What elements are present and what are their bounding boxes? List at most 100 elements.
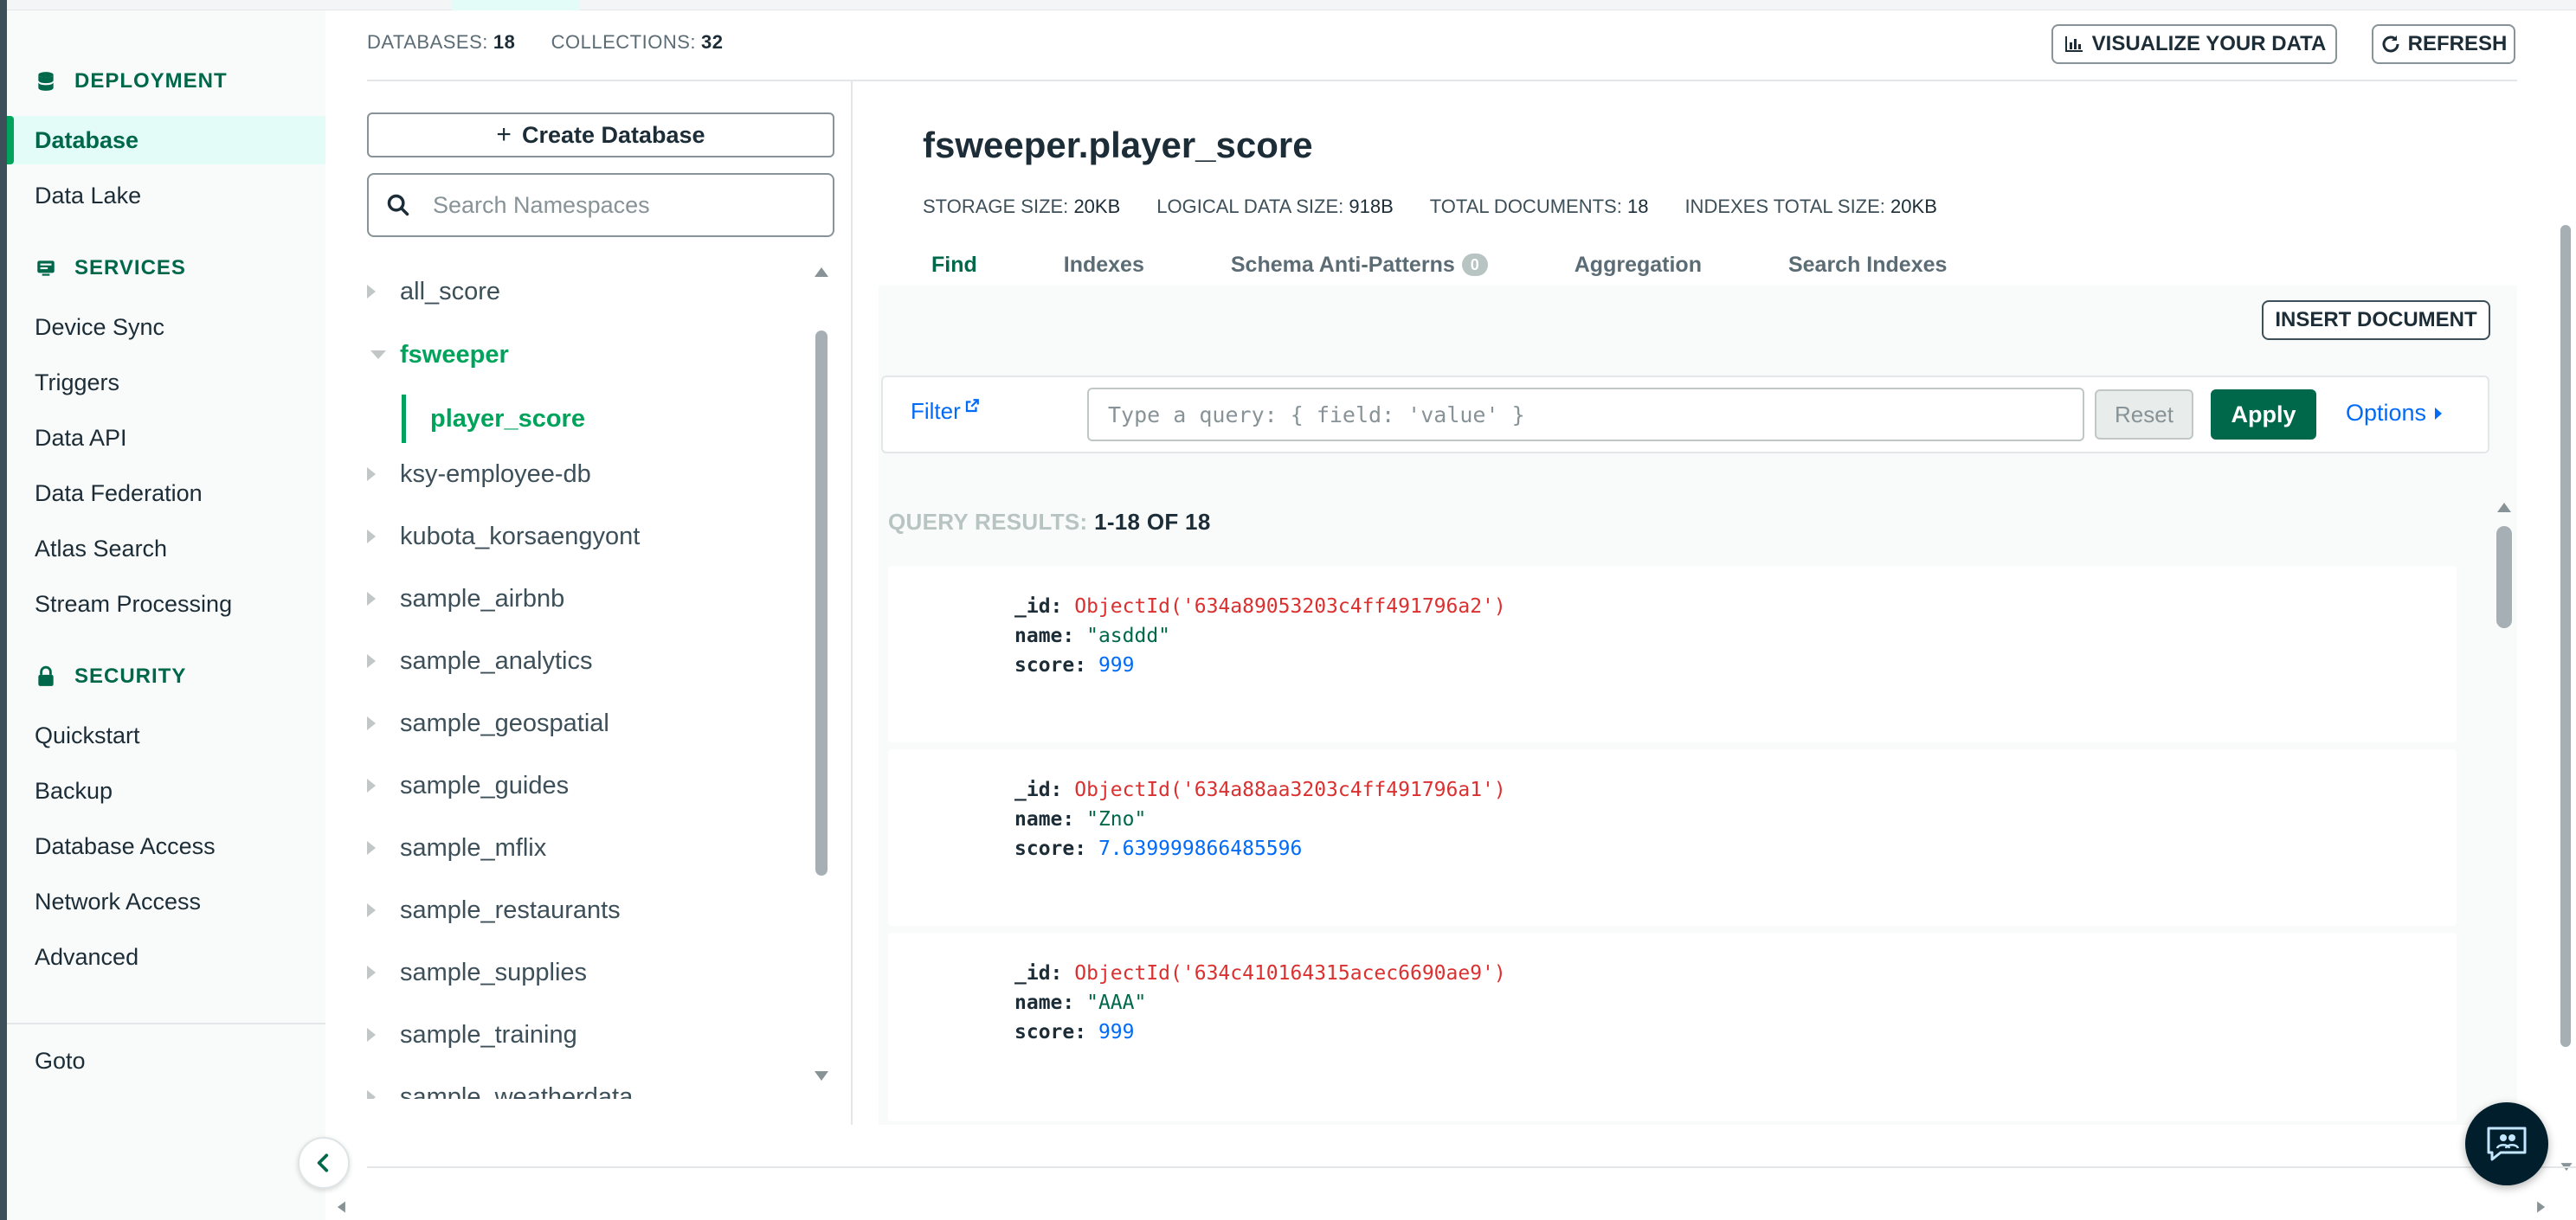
bottom-divider — [367, 1166, 2576, 1168]
databases-count: 18 — [493, 31, 516, 53]
page-scroll-thumb[interactable] — [2560, 225, 2571, 1047]
tab-indexes[interactable]: Indexes — [1064, 246, 1144, 284]
sidebar-item-triggers[interactable]: Triggers — [7, 358, 325, 407]
collapse-sidebar-button[interactable] — [298, 1137, 350, 1189]
visualize-data-button[interactable]: VISUALIZE YOUR DATA — [2051, 24, 2337, 64]
section-title: DEPLOYMENT — [74, 69, 228, 93]
total-documents-stat: TOTAL DOCUMENTS: 18 — [1429, 196, 1649, 217]
doc-name-line: name: "Zno" — [1014, 808, 1147, 831]
caret-right-icon — [364, 515, 400, 558]
sidebar-item-atlas-search[interactable]: Atlas Search — [7, 524, 325, 573]
document-card[interactable]: _id: ObjectId('634c410164315acec6690ae9'… — [888, 933, 2457, 1121]
caret-right-icon — [364, 577, 400, 620]
namespace-item[interactable]: sample_mflix — [364, 826, 546, 870]
collection-item-active[interactable]: player_score — [402, 395, 808, 443]
plus-icon: + — [496, 120, 512, 149]
doc-name-line: name: "AAA" — [1014, 992, 1147, 1014]
sidebar-item-advanced[interactable]: Advanced — [7, 933, 325, 981]
namespace-item[interactable]: kubota_korsaengyont — [364, 515, 640, 558]
tab-search-indexes[interactable]: Search Indexes — [1788, 246, 1947, 284]
indexes-size-stat: INDEXES TOTAL SIZE: 20KB — [1684, 196, 1937, 217]
doc-id-line: _id: ObjectId('634a89053203c4ff491796a2'… — [1014, 595, 1506, 618]
top-tab-indicator — [452, 0, 580, 10]
namespace-label: fsweeper — [400, 340, 509, 369]
caret-right-icon — [364, 826, 400, 870]
namespace-scroll-thumb[interactable] — [815, 331, 828, 876]
namespace-scrollbar[interactable] — [812, 260, 833, 1090]
query-input[interactable] — [1108, 401, 2060, 427]
tab-aggregation[interactable]: Aggregation — [1575, 246, 1702, 284]
search-namespaces[interactable] — [367, 173, 834, 237]
panel-divider — [851, 81, 853, 1125]
sidebar-item-network-access[interactable]: Network Access — [7, 877, 325, 926]
databases-label: DATABASES: — [367, 31, 488, 53]
namespace-label: kubota_korsaengyont — [400, 522, 641, 550]
sidebar-item-goto[interactable]: Goto — [7, 1037, 325, 1085]
filter-link[interactable]: Filter — [911, 398, 980, 425]
caret-right-icon — [2435, 407, 2443, 420]
sidebar-item-data-lake[interactable]: Data Lake — [7, 171, 325, 220]
namespace-item[interactable]: sample_guides — [364, 764, 569, 807]
refresh-label: REFRESH — [2407, 32, 2508, 55]
reset-button[interactable]: Reset — [2095, 389, 2193, 440]
search-icon — [387, 194, 409, 216]
results-scrollbar[interactable] — [2493, 500, 2517, 1123]
results-label: QUERY RESULTS: — [888, 509, 1088, 535]
namespace-item[interactable]: sample_restaurants — [364, 889, 621, 932]
refresh-button[interactable]: REFRESH — [2372, 24, 2515, 64]
document-card[interactable]: _id: ObjectId('634a89053203c4ff491796a2'… — [888, 566, 2457, 742]
options-toggle[interactable]: Options — [2346, 400, 2444, 427]
sidebar-item-database[interactable]: Database — [7, 116, 325, 164]
namespace-list: all_score fsweeper player_score ksy-empl… — [364, 260, 814, 1099]
chat-icon — [2487, 1127, 2527, 1161]
namespace-item[interactable]: sample_training — [364, 1013, 577, 1056]
search-namespaces-input[interactable] — [433, 191, 814, 219]
query-results-heading: QUERY RESULTS: 1-18 OF 18 — [888, 509, 1211, 536]
sidebar-item-device-sync[interactable]: Device Sync — [7, 303, 325, 351]
insert-document-button[interactable]: INSERT DOCUMENT — [2262, 300, 2490, 340]
database-icon — [38, 72, 54, 91]
apply-button[interactable]: Apply — [2211, 389, 2316, 440]
sidebar-item-backup[interactable]: Backup — [7, 767, 325, 815]
query-field[interactable] — [1087, 388, 2084, 441]
caret-right-icon — [364, 889, 400, 932]
section-security: SECURITY — [35, 665, 186, 689]
namespace-label: sample_geospatial — [400, 709, 609, 737]
sidebar-item-quickstart[interactable]: Quickstart — [7, 711, 325, 760]
section-title: SECURITY — [74, 665, 187, 688]
sidebar-item-data-api[interactable]: Data API — [7, 414, 325, 462]
storage-size-stat: STORAGE SIZE: 20KB — [923, 196, 1121, 217]
scroll-right-icon — [2537, 1201, 2546, 1213]
collections-count: 32 — [701, 31, 724, 53]
filter-label: Filter — [911, 398, 961, 424]
doc-score-line: score: 7.639999866485596 — [1014, 838, 1303, 860]
sidebar-item-stream-processing[interactable]: Stream Processing — [7, 580, 325, 628]
sidebar-item-data-federation[interactable]: Data Federation — [7, 469, 325, 517]
namespace-label: sample_analytics — [400, 646, 593, 675]
sidebar-item-database-access[interactable]: Database Access — [7, 822, 325, 870]
namespace-item[interactable]: sample_airbnb — [364, 577, 564, 620]
section-deployment: DEPLOYMENT — [35, 69, 228, 93]
namespace-item[interactable]: ksy-employee-db — [364, 453, 591, 496]
namespace-label: sample_weatherdata — [400, 1082, 634, 1100]
section-title: SERVICES — [74, 256, 186, 279]
create-database-label: Create Database — [521, 121, 705, 148]
tab-find[interactable]: Find — [931, 246, 977, 284]
namespace-item-open[interactable]: fsweeper — [364, 333, 509, 376]
horizontal-scrollbar[interactable] — [329, 1198, 2562, 1215]
namespace-item[interactable]: sample_geospatial — [364, 702, 609, 745]
results-scroll-thumb[interactable] — [2496, 526, 2512, 628]
caret-right-icon — [364, 270, 400, 313]
create-database-button[interactable]: + Create Database — [367, 112, 834, 157]
namespace-item[interactable]: sample_supplies — [364, 951, 587, 994]
namespace-item[interactable]: sample_weatherdata — [364, 1076, 633, 1099]
page-scrollbar[interactable] — [2557, 156, 2576, 1194]
collection-stats: STORAGE SIZE: 20KB LOGICAL DATA SIZE: 91… — [923, 196, 1937, 218]
namespace-item[interactable]: sample_analytics — [364, 639, 592, 683]
document-card[interactable]: _id: ObjectId('634a88aa3203c4ff491796a1'… — [888, 749, 2457, 926]
namespace-item[interactable]: all_score — [364, 270, 500, 313]
namespace-label: ksy-employee-db — [400, 459, 591, 488]
tab-schema-anti-patterns[interactable]: Schema Anti-Patterns 0 — [1231, 246, 1488, 284]
chat-support-button[interactable] — [2465, 1102, 2548, 1185]
options-label: Options — [2346, 400, 2427, 426]
